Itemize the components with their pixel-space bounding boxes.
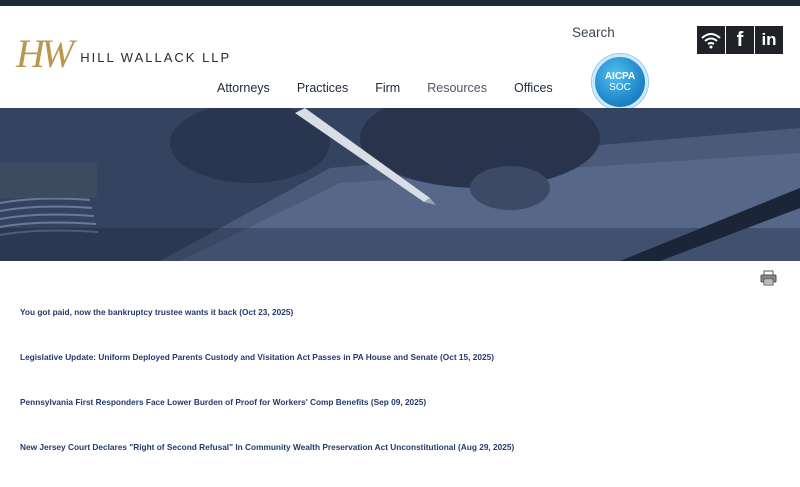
main-nav: Attorneys Practices Firm Resources Offic… bbox=[217, 81, 580, 95]
article-link[interactable]: You got paid, now the bankruptcy trustee… bbox=[20, 307, 514, 352]
nav-item-practices[interactable]: Practices bbox=[297, 81, 348, 95]
print-icon[interactable] bbox=[760, 270, 777, 286]
hero-banner-image bbox=[0, 108, 800, 261]
firm-logo[interactable]: HW HILL WALLACK LLP bbox=[16, 34, 231, 74]
nav-item-resources[interactable]: Resources bbox=[427, 81, 487, 95]
logo-monogram: HW bbox=[16, 31, 74, 76]
nav-item-attorneys[interactable]: Attorneys bbox=[217, 81, 270, 95]
nav-item-firm[interactable]: Firm bbox=[375, 81, 400, 95]
search-link[interactable]: Search bbox=[572, 25, 615, 40]
article-list: You got paid, now the bankruptcy trustee… bbox=[20, 307, 514, 487]
rss-button[interactable] bbox=[697, 26, 725, 54]
badge-line-2: SOC bbox=[609, 82, 631, 93]
linkedin-icon: in bbox=[761, 30, 777, 49]
site-header: HW HILL WALLACK LLP Attorneys Practices … bbox=[0, 6, 800, 110]
rss-icon bbox=[701, 33, 721, 49]
facebook-button[interactable]: f bbox=[726, 26, 754, 54]
linkedin-button[interactable]: in bbox=[755, 26, 783, 54]
badge-line-1: AICPA bbox=[604, 71, 636, 82]
hero-illustration bbox=[0, 108, 800, 261]
nav-item-offices[interactable]: Offices bbox=[514, 81, 553, 95]
aicpa-soc-badge: AICPA SOC bbox=[592, 54, 648, 110]
article-link[interactable]: Legislative Update: Uniform Deployed Par… bbox=[20, 352, 514, 397]
facebook-icon: f bbox=[736, 28, 744, 51]
article-link[interactable]: New Jersey Court Declares "Right of Seco… bbox=[20, 442, 514, 487]
logo-wordmark: HILL WALLACK LLP bbox=[80, 49, 232, 65]
article-link[interactable]: Pennsylvania First Responders Face Lower… bbox=[20, 397, 514, 442]
